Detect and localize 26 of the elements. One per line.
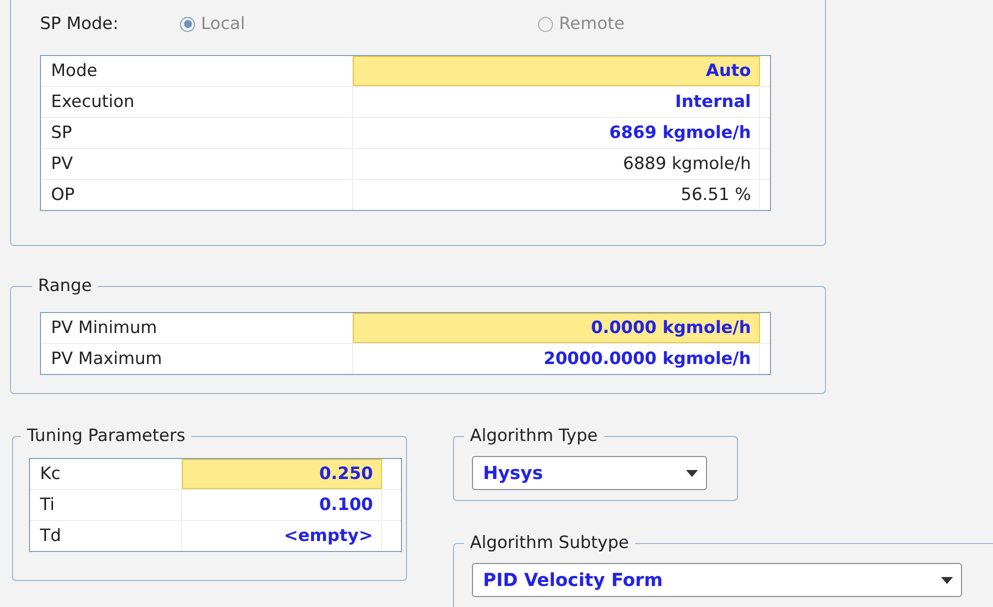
property-value[interactable]: Auto [353,56,760,86]
property-label: OP [41,180,353,210]
property-label: Ti [30,490,182,520]
property-label: PV Maximum [41,344,353,374]
caret-icon [686,470,698,476]
property-label: Execution [41,87,353,117]
property-value[interactable]: <empty> [182,521,382,551]
property-label: PV [41,149,353,179]
group-title: Algorithm Subtype [469,533,630,553]
property-value[interactable]: 0.250 [182,459,382,489]
property-label: SP [41,118,353,148]
property-value[interactable]: Internal [353,87,760,117]
group-title: Algorithm Type [469,426,599,446]
dropdown[interactable]: PID Velocity Form [472,563,962,597]
group-title: Tuning Parameters [26,426,186,446]
property-value[interactable]: 0.100 [182,490,382,520]
property-value[interactable]: 20000.0000 kgmole/h [353,344,760,374]
property-label: Td [30,521,182,551]
property-value[interactable]: 56.51 % [353,180,760,210]
sp-mode-label: SP Mode: [40,14,120,34]
group-title: Range [37,276,93,296]
property-value[interactable]: 0.0000 kgmole/h [353,313,760,343]
dropdown[interactable]: Hysys [472,456,707,490]
property-value[interactable]: 6869 kgmole/h [353,118,760,148]
caret-icon [941,576,953,584]
property-value[interactable]: 6889 kgmole/h [353,149,760,179]
